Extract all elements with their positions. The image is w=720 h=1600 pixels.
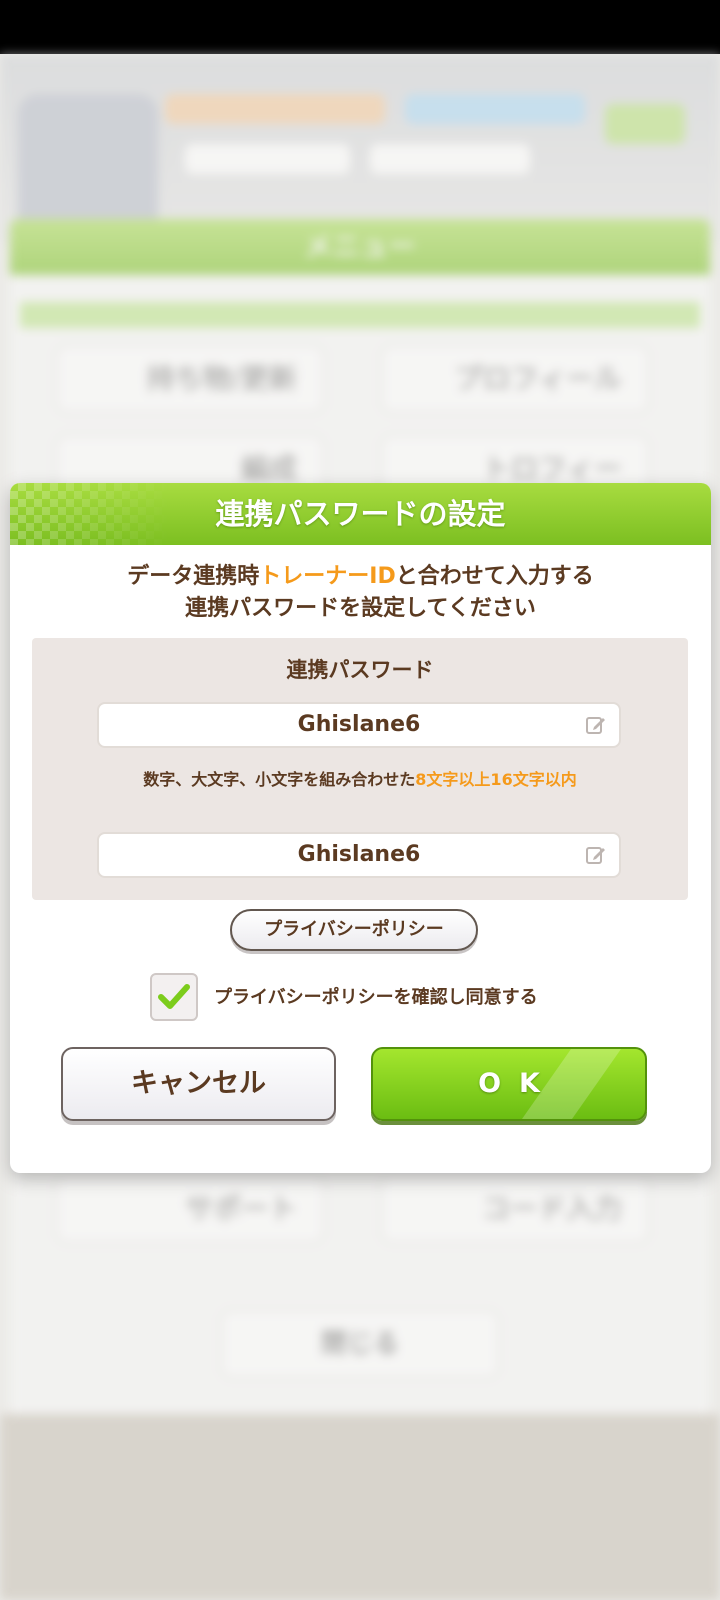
- password-confirm-value: Ghislane6: [297, 842, 421, 867]
- status-bar: [0, 0, 720, 54]
- background-tile: プロフィール: [380, 344, 650, 414]
- background-close-button: 閉じる: [220, 1309, 500, 1379]
- password-confirm-input[interactable]: Ghislane6: [97, 832, 621, 878]
- dialog-description: データ連携時トレーナーIDと合わせて入力する 連携パスワードを設定してください: [10, 561, 711, 625]
- password-field-panel: 連携パスワード Ghislane6 数字、大文字、小文字を組み合わせた8文字以上…: [32, 638, 688, 900]
- password-dialog: 連携パスワードの設定 データ連携時トレーナーIDと合わせて入力する 連携パスワー…: [10, 483, 711, 1173]
- privacy-policy-button[interactable]: プライバシーポリシー: [230, 909, 478, 951]
- description-line-2: 連携パスワードを設定してください: [185, 596, 536, 621]
- ok-button[interactable]: OK: [371, 1047, 647, 1121]
- password-label: 連携パスワード: [286, 658, 434, 682]
- description-text: データ連携時: [127, 564, 260, 589]
- background-bar: [605, 104, 685, 144]
- background-footer: [0, 1414, 720, 1600]
- background-tile: 持ち物/更新: [55, 344, 325, 414]
- hint-text: 数字、大文字、小文字を組み合わせた: [143, 770, 416, 789]
- cancel-button[interactable]: キャンセル: [61, 1047, 336, 1121]
- background-section-bar: [20, 302, 700, 328]
- hint-highlight: 8文字以上16文字以内: [415, 770, 577, 789]
- description-text: と合わせて入力する: [395, 564, 594, 589]
- background-tile: サポート: [55, 1174, 325, 1244]
- dialog-header: 連携パスワードの設定: [10, 483, 711, 545]
- password-input[interactable]: Ghislane6: [97, 702, 621, 748]
- pencil-icon: [586, 717, 605, 734]
- password-hint: 数字、大文字、小文字を組み合わせた8文字以上16文字以内: [32, 766, 688, 790]
- dialog-title: 連携パスワードの設定: [215, 497, 506, 531]
- pencil-icon: [586, 847, 605, 864]
- description-line-1: データ連携時トレーナーIDと合わせて入力する: [10, 561, 711, 593]
- background-menu-title: メニュー: [10, 219, 710, 275]
- background-tile: コード入力: [380, 1174, 650, 1244]
- background-bar: [370, 144, 530, 174]
- ok-button-label: OK: [478, 1068, 558, 1099]
- checkmark-icon: [158, 984, 190, 1009]
- background-bar: [405, 94, 585, 124]
- background-bar: [165, 94, 385, 124]
- description-highlight: トレーナーID: [259, 564, 396, 589]
- background-bar: [185, 144, 350, 174]
- password-value: Ghislane6: [297, 712, 421, 737]
- agree-checkbox[interactable]: [150, 973, 198, 1021]
- agree-label: プライバシーポリシーを確認し同意する: [214, 987, 538, 1008]
